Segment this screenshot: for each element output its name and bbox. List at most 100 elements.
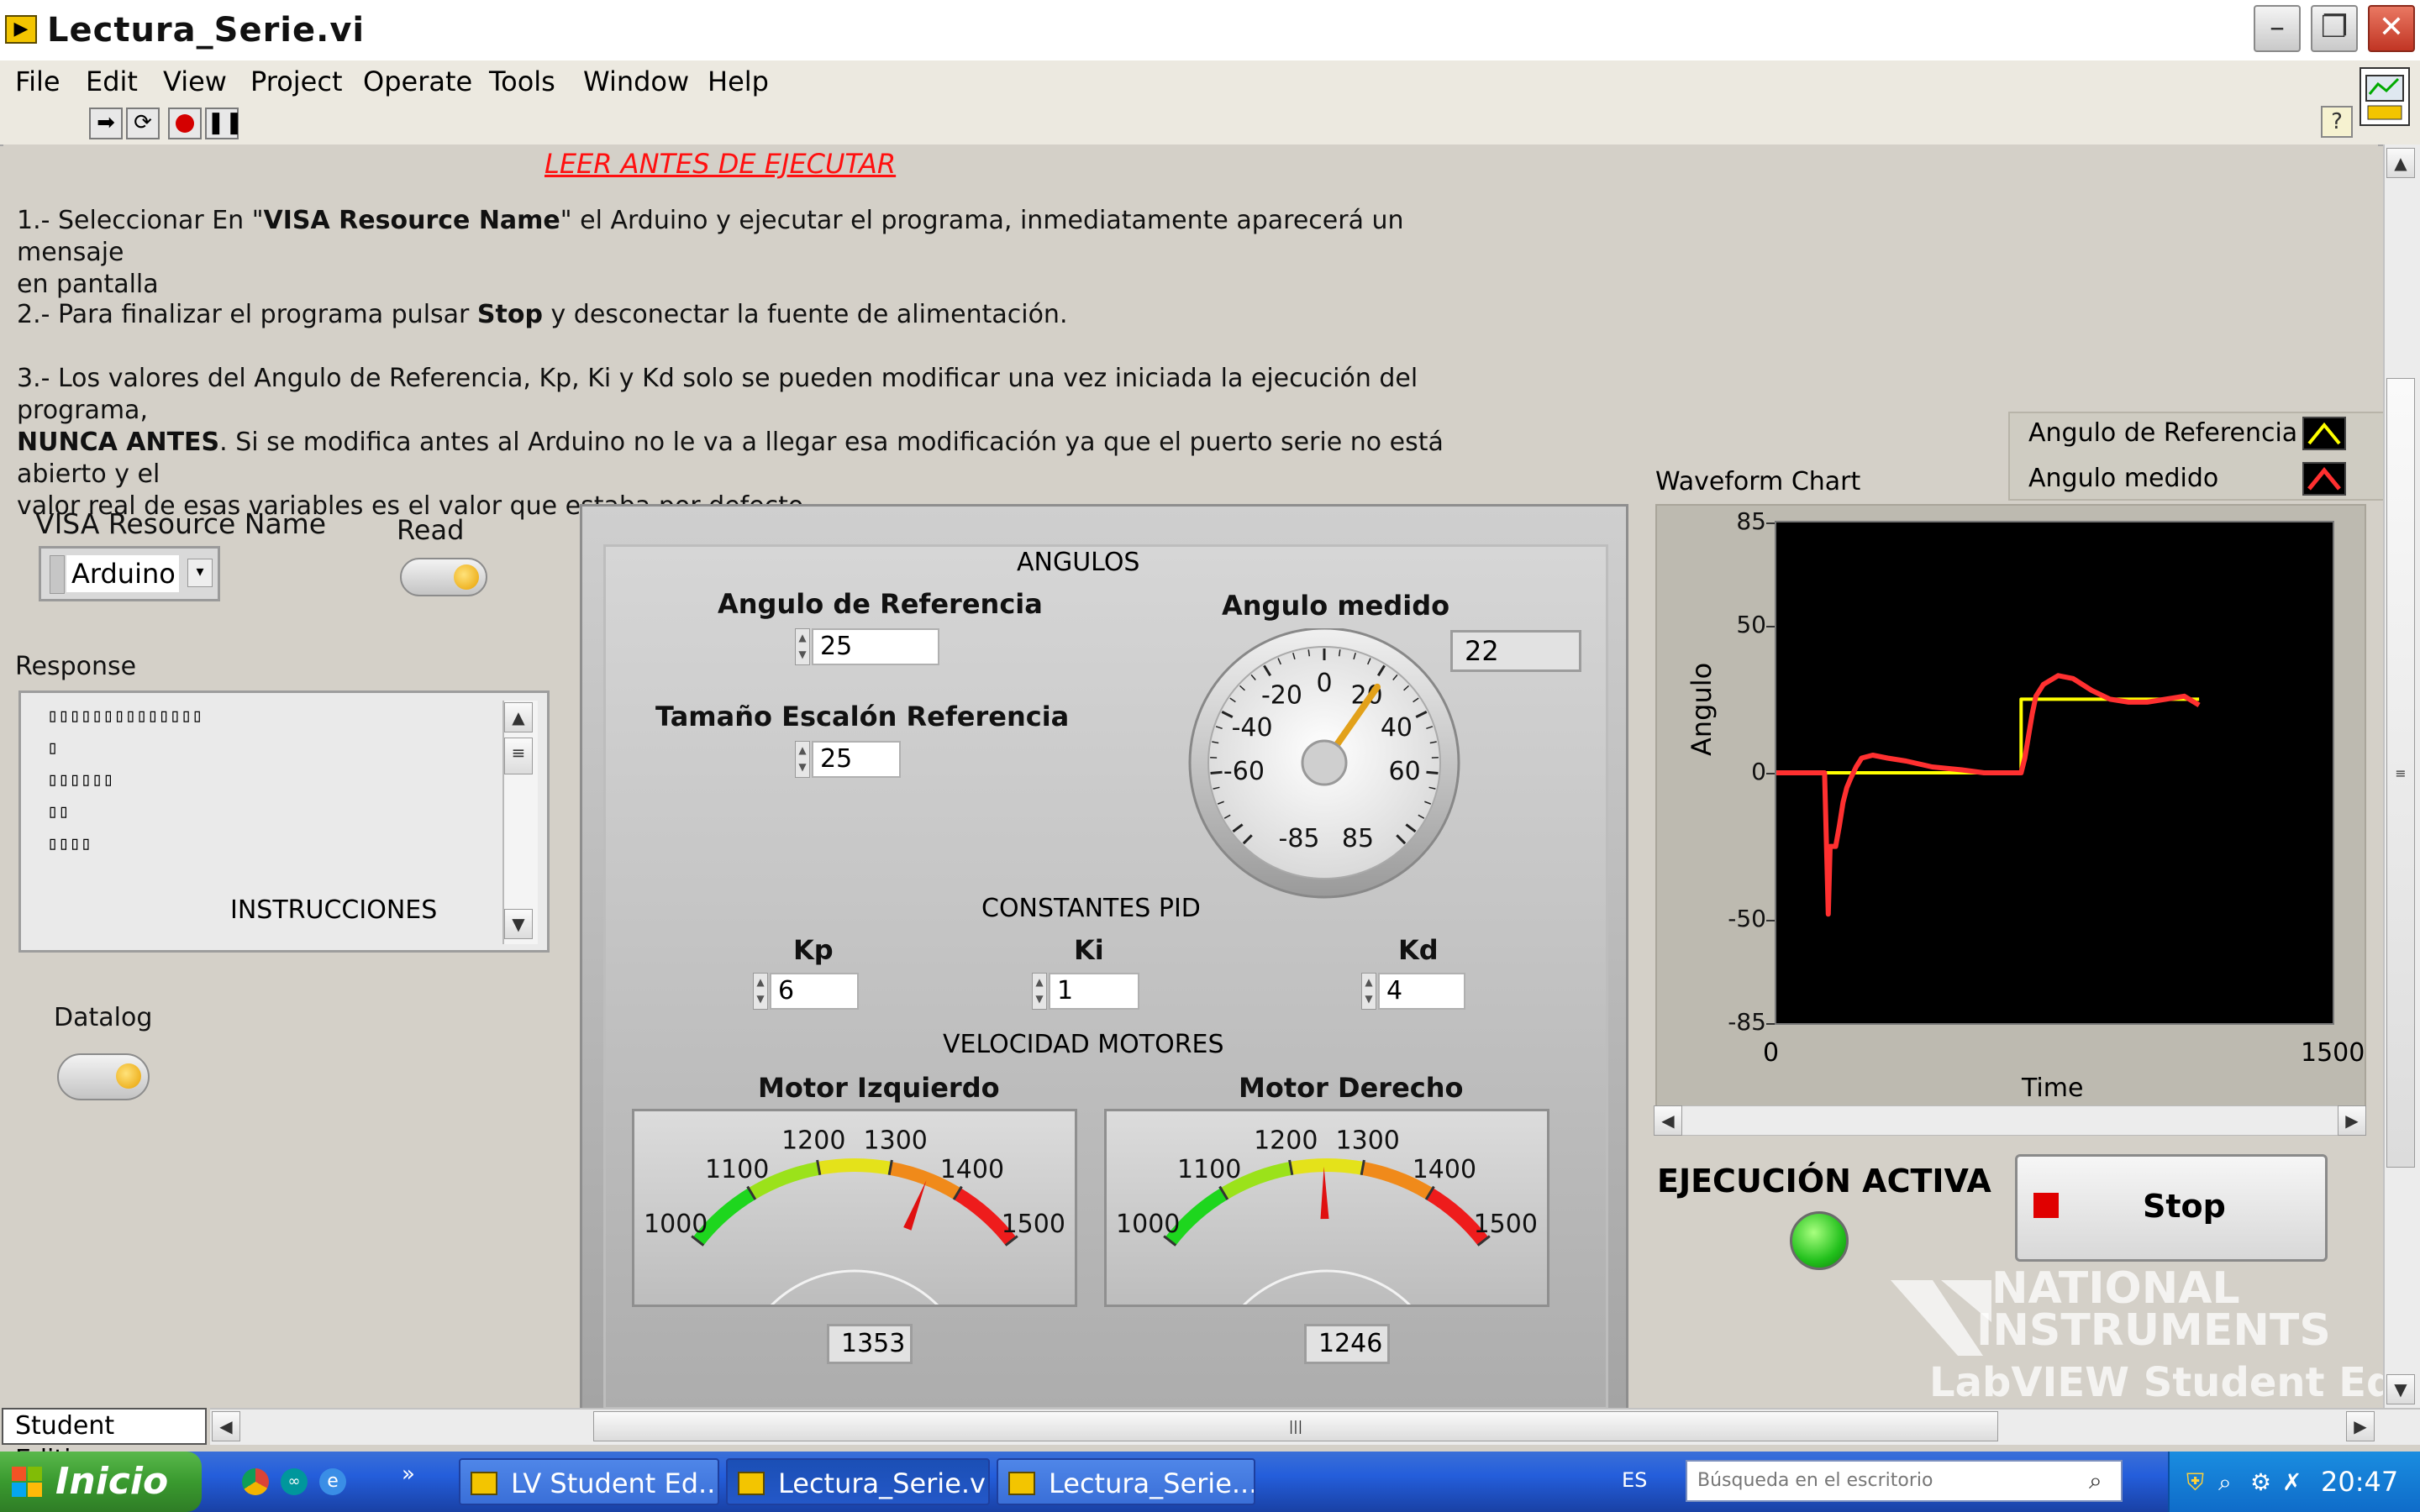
device-icon[interactable]: ⚙ — [2250, 1468, 2271, 1496]
lv-task-icon — [471, 1472, 497, 1495]
student-edition-tab[interactable]: Student Edition — [2, 1408, 207, 1474]
legend-ref-swatch[interactable] — [2302, 417, 2346, 450]
network-icon[interactable]: ⌕ — [2218, 1468, 2232, 1497]
restore-button[interactable]: ❐ — [2311, 5, 2358, 52]
desktop-search-input[interactable]: Búsqueda en el escritorio — [1686, 1460, 2123, 1502]
dial-tick-label: -60 — [1223, 757, 1265, 786]
pid-title: CONSTANTES PID — [981, 894, 1201, 923]
task-lectura-serie-diagram[interactable]: Lectura_Serie.... — [997, 1458, 1255, 1505]
menu-file[interactable]: File — [15, 66, 60, 97]
ie-icon[interactable]: e — [319, 1468, 346, 1495]
kd-spinner[interactable]: ▲ ▼ — [1361, 973, 1376, 1010]
vi-connector-icon — [2360, 67, 2410, 126]
panel-hscroll-thumb[interactable]: ||| — [593, 1411, 1998, 1441]
chart-ytick-label: 85 — [1736, 507, 1766, 535]
menu-help[interactable]: Help — [708, 66, 769, 97]
panel-scroll-up-icon[interactable]: ▲ — [2386, 148, 2415, 178]
motor-left-value: 1353 — [827, 1324, 913, 1364]
ref-angle-spinner[interactable]: ▲ ▼ — [795, 628, 810, 665]
datalog-button[interactable] — [57, 1053, 150, 1100]
dial-tick — [1426, 770, 1439, 775]
visa-io-icon — [50, 555, 65, 594]
menu-edit[interactable]: Edit — [86, 66, 138, 97]
step-ref-input[interactable]: 25 — [812, 741, 901, 778]
meter-tick-label: 1100 — [1177, 1155, 1241, 1184]
dial-tick-label: 60 — [1388, 757, 1420, 786]
step-ref-spinner[interactable]: ▲ ▼ — [795, 741, 810, 778]
measured-angle-dial: 0 20406085-85-60-40-20 — [1188, 628, 1460, 899]
scroll-up-icon[interactable]: ▲ — [504, 702, 533, 732]
run-continuously-icon[interactable]: ⟳ — [126, 108, 160, 139]
ref-angle-label: Angulo de Referencia — [718, 588, 1043, 620]
menu-window[interactable]: Window — [583, 66, 689, 97]
instruction-3-b: NUNCA ANTES — [17, 428, 220, 457]
kp-spinner[interactable]: ▲ ▼ — [753, 973, 768, 1010]
ref-angle-input[interactable]: 25 — [812, 628, 939, 665]
ki-spinner[interactable]: ▲ ▼ — [1032, 973, 1047, 1010]
minimize-button[interactable]: – — [2254, 5, 2301, 52]
warning-heading: LEER ANTES DE EJECUTAR — [544, 148, 897, 180]
menu-view[interactable]: View — [163, 66, 227, 97]
meter-tick-label: 1200 — [1254, 1126, 1318, 1155]
panel-scroll-down-icon[interactable]: ▼ — [2386, 1374, 2415, 1404]
meter-tick-label: 1500 — [1474, 1210, 1538, 1239]
panel-scroll-right-icon[interactable]: ▶ — [2346, 1411, 2375, 1441]
search-icon[interactable]: ⌕ — [2089, 1467, 2102, 1495]
security-shield-icon[interactable]: ⛨ — [2186, 1468, 2204, 1497]
menu-tools[interactable]: Tools — [489, 66, 555, 97]
motor-left-label: Motor Izquierdo — [758, 1072, 1000, 1104]
motor-right-meter: 1000 1100 1200 1300 1400 1500 — [1116, 1126, 1538, 1311]
chart-scroll-right-icon[interactable]: ▶ — [2338, 1105, 2366, 1136]
scroll-down-icon[interactable]: ▼ — [504, 909, 533, 939]
help-icon[interactable]: ? — [2321, 106, 2353, 138]
kp-input[interactable]: 6 — [770, 973, 859, 1010]
meter-tick-label: 1200 — [781, 1126, 845, 1155]
ki-input[interactable]: 1 — [1049, 973, 1139, 1010]
dial-tick-label: 0 — [1316, 669, 1332, 698]
abort-icon[interactable] — [168, 108, 202, 139]
dial-tick — [1210, 770, 1223, 775]
meter-color-band — [1289, 1158, 1365, 1175]
overflow-chevron-icon[interactable]: » — [402, 1462, 415, 1487]
task-lectura-serie-vi[interactable]: Lectura_Serie.vi — [726, 1458, 990, 1505]
scroll-thumb[interactable]: ≡ — [504, 738, 533, 774]
instruction-3: 3.- Los valores del Angulo de Referencia… — [17, 363, 1512, 522]
chart-scrollbar[interactable] — [1654, 1105, 2366, 1136]
instruction-3-c: . Si se modifica antes al Arduino no le … — [17, 428, 1444, 489]
chart-plot-area — [1775, 521, 2334, 1025]
arduino-icon[interactable]: ∞ — [281, 1468, 308, 1495]
series-reference-line — [1776, 697, 2200, 774]
menu-project[interactable]: Project — [250, 66, 342, 97]
run-arrow-icon[interactable]: ➡ — [89, 108, 123, 139]
dropdown-icon[interactable]: ▾ — [187, 559, 213, 587]
meter-tick-label: 1300 — [864, 1126, 928, 1155]
ejecucion-label: EJECUCIÓN ACTIVA — [1657, 1163, 1991, 1200]
kd-label: Kd — [1398, 934, 1439, 966]
task-lv-student[interactable]: LV Student Ed... — [459, 1458, 719, 1505]
chart-scroll-left-icon[interactable]: ◀ — [1654, 1105, 1682, 1136]
close-button[interactable]: ✕ — [2368, 5, 2415, 52]
pause-icon[interactable]: ❚❚ — [205, 108, 244, 139]
instruction-2: 2.- Para finalizar el programa pulsar St… — [17, 299, 1512, 331]
motores-title: VELOCIDAD MOTORES — [943, 1030, 1224, 1059]
meter-tick-label: 1100 — [705, 1155, 769, 1184]
panel-scroll-thumb[interactable]: ≡ — [2386, 378, 2415, 1168]
response-label: Response — [15, 652, 137, 681]
instruction-1-b: VISA Resource Name — [263, 206, 560, 235]
meter-needle — [903, 1180, 927, 1231]
menu-operate[interactable]: Operate — [363, 66, 472, 97]
read-button[interactable] — [400, 558, 487, 596]
visa-value[interactable]: Arduino — [66, 555, 179, 592]
tray-icon[interactable]: ✗ — [2282, 1468, 2302, 1496]
visa-resource-control[interactable]: Arduino ▾ — [39, 546, 220, 601]
dial-tick-label: -20 — [1261, 680, 1302, 710]
read-label: Read — [397, 514, 465, 546]
instruction-2-b: Stop — [476, 300, 543, 329]
legend-measured-swatch[interactable] — [2302, 462, 2346, 496]
ki-label: Ki — [1074, 934, 1104, 966]
language-indicator[interactable]: ES — [1622, 1468, 1647, 1492]
chrome-icon[interactable] — [242, 1468, 269, 1495]
kd-input[interactable]: 4 — [1378, 973, 1465, 1010]
panel-scroll-left-icon[interactable]: ◀ — [212, 1411, 240, 1441]
motor-left-gauge: 1000 1100 1200 1300 1400 1500 — [632, 1109, 1077, 1311]
